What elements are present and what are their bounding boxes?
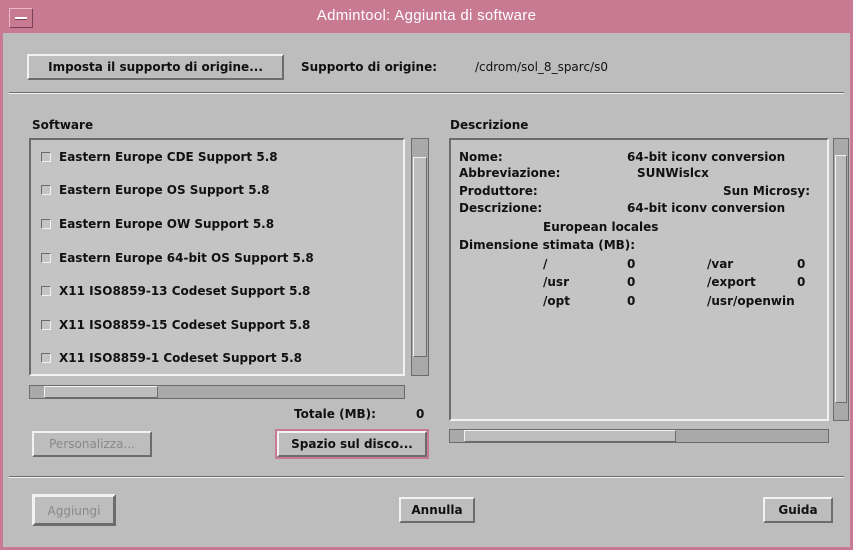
fs-var-label: /var	[707, 257, 734, 271]
name-label: Nome:	[459, 150, 503, 164]
abbreviation-value: SUNWislcx	[637, 166, 709, 180]
fs-opt-label: /opt	[543, 294, 570, 308]
software-vertical-scrollbar[interactable]	[411, 138, 429, 376]
fs-openwin-label: /usr/openwin	[707, 294, 795, 308]
software-horizontal-scrollbar[interactable]	[29, 385, 405, 399]
abbreviation-label: Abbreviazione:	[459, 166, 561, 180]
scroll-thumb[interactable]	[464, 430, 676, 442]
producer-value: Sun Microsy:	[723, 184, 810, 198]
fs-root-value: 0	[627, 257, 636, 271]
list-item[interactable]: Eastern Europe OW Support 5.8	[41, 217, 274, 237]
scroll-thumb[interactable]	[44, 386, 158, 398]
producer-label: Produttore:	[459, 184, 538, 198]
description-field-label: Descrizione:	[459, 201, 543, 215]
checkbox[interactable]	[41, 152, 51, 162]
list-item[interactable]: Eastern Europe CDE Support 5.8	[41, 150, 278, 170]
scroll-thumb[interactable]	[413, 157, 427, 357]
fs-export-label: /export	[707, 275, 756, 289]
software-list[interactable]: Eastern Europe CDE Support 5.8 Eastern E…	[29, 138, 405, 376]
checkbox[interactable]	[41, 219, 51, 229]
separator	[9, 92, 844, 94]
list-item[interactable]: Eastern Europe 64-bit OS Support 5.8	[41, 251, 314, 271]
help-button[interactable]: Guida	[763, 497, 833, 523]
window-title: Admintool: Aggiunta di software	[316, 7, 537, 24]
list-item[interactable]: X11 ISO8859-13 Codeset Support 5.8	[41, 284, 310, 304]
fs-usr-value: 0	[627, 275, 636, 289]
description-panel: Nome: 64-bit iconv conversion Abbreviazi…	[449, 138, 829, 421]
total-value: 0	[416, 407, 425, 421]
list-item[interactable]: X11 ISO8859-15 Codeset Support 5.8	[41, 318, 310, 338]
checkbox[interactable]	[41, 253, 51, 263]
description-value: 64-bit iconv conversion	[627, 201, 786, 215]
checkbox[interactable]	[41, 286, 51, 296]
scroll-thumb[interactable]	[835, 155, 847, 403]
name-value: 64-bit iconv conversion	[627, 150, 786, 164]
description-horizontal-scrollbar[interactable]	[449, 429, 829, 443]
list-item[interactable]: X11 ISO8859-1 Codeset Support 5.8	[41, 351, 302, 371]
add-button[interactable]: Aggiungi	[32, 494, 116, 526]
fs-export-value: 0	[797, 275, 806, 289]
description-label: Descrizione	[450, 118, 529, 132]
software-label: Software	[32, 118, 94, 132]
checkbox[interactable]	[41, 185, 51, 195]
window-menu-button[interactable]	[9, 8, 33, 28]
description-vertical-scrollbar[interactable]	[833, 138, 849, 421]
fs-var-value: 0	[797, 257, 806, 271]
fs-usr-label: /usr	[543, 275, 569, 289]
source-path: /cdrom/sol_8_sparc/s0	[475, 60, 608, 74]
checkbox[interactable]	[41, 320, 51, 330]
customize-button[interactable]: Personalizza...	[32, 431, 152, 457]
title-bar[interactable]: Admintool: Aggiunta di software	[3, 3, 850, 33]
checkbox[interactable]	[41, 353, 51, 363]
set-source-button[interactable]: Imposta il supporto di origine...	[27, 54, 284, 80]
source-label: Supporto di origine:	[301, 60, 438, 74]
list-item[interactable]: Eastern Europe OS Support 5.8	[41, 183, 269, 203]
separator	[9, 476, 844, 478]
fs-opt-value: 0	[627, 294, 636, 308]
description-value-continued: European locales	[543, 220, 659, 234]
total-label: Totale (MB):	[294, 407, 376, 421]
cancel-button[interactable]: Annulla	[399, 497, 475, 523]
size-label: Dimensione stimata (MB):	[459, 238, 636, 252]
fs-root-label: /	[543, 257, 548, 271]
disk-space-button[interactable]: Spazio sul disco...	[275, 429, 429, 459]
admintool-window: Admintool: Aggiunta di software Imposta …	[0, 0, 853, 550]
